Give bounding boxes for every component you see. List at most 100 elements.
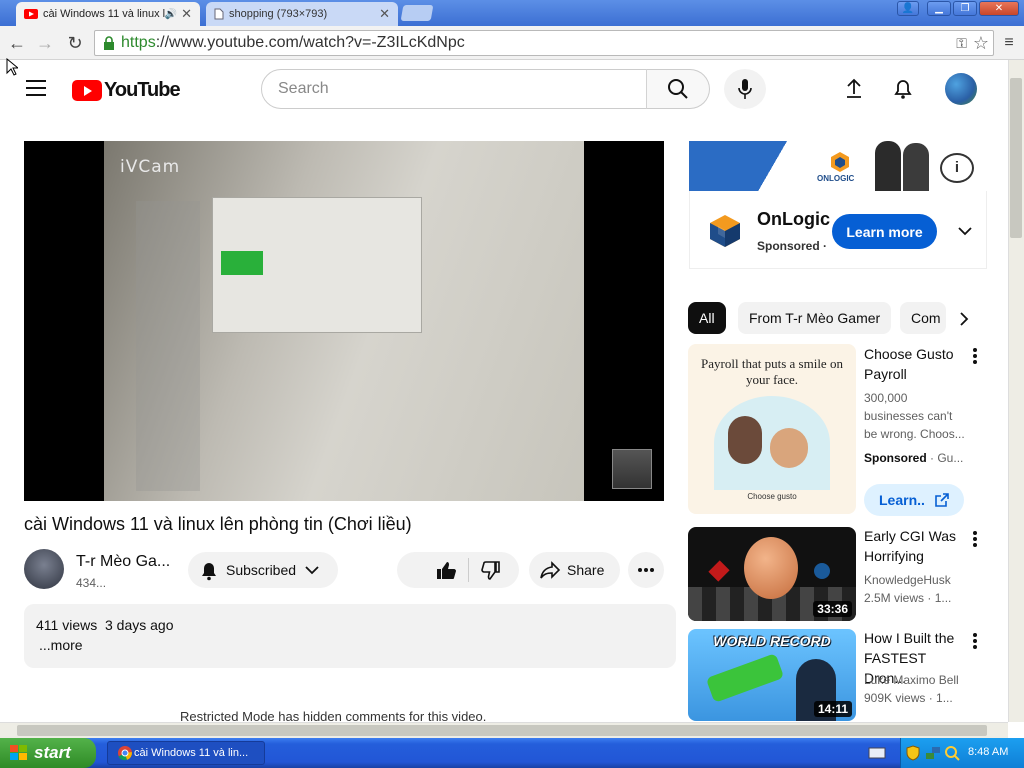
- description-more-link[interactable]: ...more: [39, 637, 83, 653]
- video-title: cài Windows 11 và linux lên phòng tin (C…: [24, 514, 412, 534]
- lock-icon: [104, 36, 114, 50]
- search-placeholder: Search: [278, 80, 329, 97]
- ad-sponsored-label: Sponsored ·: [757, 239, 828, 253]
- profile-icon[interactable]: 👤: [897, 1, 919, 16]
- back-arrow-icon[interactable]: ←: [6, 32, 28, 54]
- restore-button[interactable]: ❐: [953, 1, 977, 16]
- youtube-wordmark: YouTube: [104, 79, 181, 101]
- taskbar-item-label: cài Windows 11 và lin...: [134, 747, 249, 759]
- page-icon: [214, 8, 224, 20]
- thumbnail-cgi-head: [744, 537, 798, 599]
- network-icon[interactable]: [925, 745, 941, 761]
- key-icon[interactable]: ⚿: [956, 35, 967, 52]
- more-options-icon[interactable]: [972, 633, 978, 651]
- search-icon: [668, 79, 688, 99]
- minimize-button[interactable]: ▁: [927, 1, 951, 16]
- view-count: 411 views: [36, 617, 98, 633]
- channel-avatar[interactable]: [24, 549, 64, 589]
- onlogic-logo-icon: [710, 215, 740, 247]
- sponsored-label: Sponsored: [864, 451, 927, 465]
- more-actions-button[interactable]: [628, 552, 664, 588]
- new-tab-button[interactable]: [400, 5, 434, 21]
- view-count-date: 411 views 3 days ago: [36, 617, 174, 633]
- subscribed-button[interactable]: Subscribed: [188, 552, 338, 588]
- thumbnail-person: [770, 428, 808, 468]
- related-thumbnail[interactable]: 33:36: [688, 527, 856, 621]
- chevron-down-icon[interactable]: [958, 224, 972, 238]
- chevron-right-icon[interactable]: [956, 311, 972, 327]
- related-thumbnail[interactable]: Payroll that puts a smile on your face. …: [688, 344, 856, 514]
- ivcam-watermark: iVCam: [120, 157, 181, 177]
- divider: [468, 558, 469, 582]
- learn-more-button[interactable]: Learn more: [832, 214, 937, 249]
- search-tray-icon[interactable]: [944, 745, 960, 761]
- dislike-icon[interactable]: [481, 560, 501, 582]
- thumbnail-drone: [705, 653, 785, 703]
- close-window-button[interactable]: ✕: [979, 1, 1019, 16]
- sponsor-name: · Gu...: [930, 451, 964, 465]
- related-video-title[interactable]: Early CGI Was Horrifying: [864, 526, 968, 566]
- url-scheme: https: [121, 34, 156, 51]
- chip-all[interactable]: All: [688, 302, 726, 334]
- horizontal-scroll-thumb[interactable]: [17, 725, 987, 736]
- youtube-masthead: YouTube Search: [0, 60, 1008, 118]
- subscribed-label: Subscribed: [226, 562, 297, 578]
- microphone-icon: [738, 79, 752, 99]
- share-button[interactable]: Share: [529, 552, 620, 588]
- voice-search-button[interactable]: [724, 69, 766, 109]
- bookmark-star-icon[interactable]: ☆: [973, 33, 989, 54]
- reload-icon[interactable]: ↻: [64, 32, 86, 54]
- chip-com[interactable]: Com: [900, 302, 946, 334]
- chip-from-channel[interactable]: From T-r Mèo Gamer: [738, 302, 892, 334]
- related-thumbnail[interactable]: WORLD RECORD 14:11: [688, 629, 856, 721]
- security-shield-icon[interactable]: [905, 745, 921, 761]
- banner-person-image: [875, 141, 901, 191]
- subscriber-count: 434...: [76, 576, 107, 590]
- video-thumbnail-overlay: [612, 449, 652, 489]
- account-avatar[interactable]: [945, 73, 977, 105]
- system-clock: 8:48 AM: [968, 746, 1009, 758]
- upload-date: 3 days ago: [105, 617, 174, 633]
- tab-youtube[interactable]: cài Windows 11 và linux lên 🔊 ✕: [16, 2, 200, 26]
- close-tab-icon[interactable]: ✕: [181, 6, 192, 22]
- view-count: 909K views: [864, 691, 926, 705]
- tab-shopping[interactable]: shopping (793×793) ✕: [206, 2, 398, 26]
- video-content: [136, 201, 200, 491]
- audio-icon[interactable]: 🔊: [165, 9, 177, 20]
- start-label: start: [34, 743, 71, 762]
- related-channel-name[interactable]: Luke Maximo Bell: [864, 671, 968, 689]
- notifications-bell-icon[interactable]: [890, 76, 916, 102]
- ad-info-icon[interactable]: i: [940, 153, 974, 183]
- chrome-menu-icon[interactable]: ≡: [998, 32, 1020, 54]
- ad-brand-name[interactable]: OnLogic: [757, 209, 830, 230]
- learn-button[interactable]: Learn..: [864, 484, 964, 516]
- youtube-logo[interactable]: YouTube: [72, 79, 181, 102]
- vertical-scroll-thumb[interactable]: [1010, 78, 1022, 238]
- video-player[interactable]: iVCam: [24, 141, 664, 501]
- tab-label: shopping (793×793): [229, 8, 328, 20]
- related-video-title[interactable]: Choose Gusto Payroll: [864, 344, 968, 384]
- thumbnail-heading: Payroll that puts a smile on your face.: [701, 356, 843, 387]
- close-tab-icon[interactable]: ✕: [379, 6, 390, 22]
- learn-label: Learn..: [879, 492, 925, 508]
- related-channel-name[interactable]: KnowledgeHusk: [864, 571, 968, 589]
- related-video-stats: 2.5M views · 1...: [864, 589, 968, 607]
- like-icon[interactable]: [435, 559, 457, 581]
- search-button[interactable]: [646, 69, 710, 109]
- keyboard-icon[interactable]: [868, 746, 886, 760]
- description-box[interactable]: [24, 604, 676, 668]
- channel-name[interactable]: T-r Mèo Ga...: [76, 553, 170, 571]
- youtube-play-icon: [72, 80, 102, 101]
- search-input[interactable]: Search: [261, 69, 647, 109]
- hamburger-menu-icon[interactable]: [26, 80, 46, 96]
- chevron-down-icon: [305, 566, 319, 575]
- thumbnail-footer: Choose gusto: [747, 492, 797, 501]
- more-options-icon[interactable]: [972, 348, 978, 366]
- address-bar[interactable]: https://www.youtube.com/watch?v=-Z3ILcKd…: [94, 30, 994, 56]
- forward-arrow-icon[interactable]: →: [34, 32, 56, 54]
- related-video-description: 300,000 businesses can't be wrong. Choos…: [864, 391, 965, 441]
- upload-icon[interactable]: [841, 76, 867, 102]
- mouse-cursor-icon: [6, 58, 18, 76]
- video-duration: 14:11: [813, 701, 852, 717]
- more-options-icon[interactable]: [972, 531, 978, 549]
